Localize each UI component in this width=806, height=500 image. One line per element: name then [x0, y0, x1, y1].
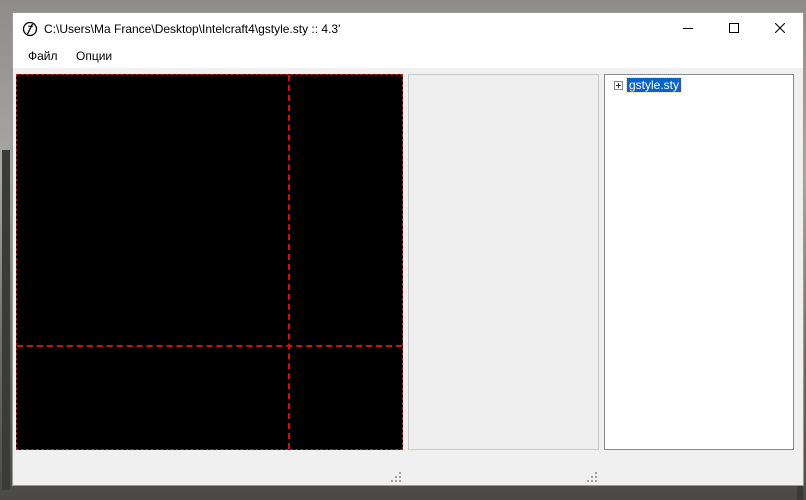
menu-bar: Файл Опции: [13, 44, 803, 68]
menu-file[interactable]: Файл: [28, 49, 58, 63]
app-window: C:\Users\Ma France\Desktop\Intelcraft4\g…: [12, 12, 804, 486]
expand-icon[interactable]: [614, 81, 623, 90]
style-canvas[interactable]: [16, 74, 403, 450]
window-title: C:\Users\Ma France\Desktop\Intelcraft4\g…: [44, 22, 341, 36]
status-bar: [13, 454, 803, 485]
resize-grip-icon[interactable]: [391, 472, 403, 484]
maximize-button[interactable]: [711, 13, 757, 44]
horizontal-guide-line[interactable]: [17, 345, 402, 347]
minimize-button[interactable]: [665, 13, 711, 44]
close-icon: [775, 23, 785, 33]
app-logo-icon[interactable]: [22, 21, 38, 37]
maximize-icon: [729, 23, 739, 33]
title-bar[interactable]: C:\Users\Ma France\Desktop\Intelcraft4\g…: [13, 13, 803, 44]
close-button[interactable]: [757, 13, 803, 44]
resize-grip-icon[interactable]: [587, 472, 599, 484]
minimize-icon: [683, 28, 693, 29]
tree-item-root[interactable]: gstyle.sty: [625, 77, 683, 93]
properties-panel[interactable]: [408, 74, 599, 450]
vertical-guide-line[interactable]: [288, 75, 290, 449]
background-pole-left: [2, 150, 10, 490]
file-tree[interactable]: gstyle.sty: [604, 74, 794, 450]
menu-options[interactable]: Опции: [76, 49, 112, 63]
